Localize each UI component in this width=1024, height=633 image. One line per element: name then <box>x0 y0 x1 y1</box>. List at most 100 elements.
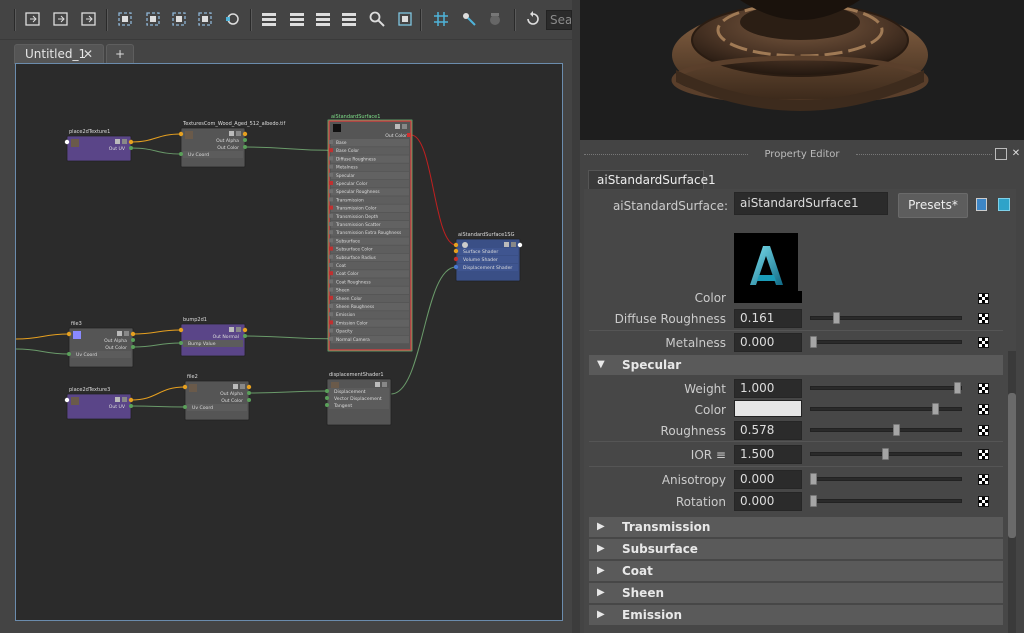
port-in[interactable] <box>329 222 333 226</box>
map-button-icon[interactable] <box>978 496 989 507</box>
wire-normal[interactable] <box>244 335 330 340</box>
port-in[interactable] <box>329 205 333 210</box>
wire-displacement[interactable] <box>248 390 328 394</box>
node-name-field[interactable]: aiStandardSurface1 <box>734 192 888 215</box>
port-out[interactable] <box>128 397 134 403</box>
frame-all-icon[interactable] <box>116 10 134 28</box>
port-in[interactable] <box>329 320 333 325</box>
section-sheen[interactable]: ▶ Sheen <box>589 583 1003 603</box>
layout-connected-icon[interactable] <box>288 10 306 28</box>
port-in[interactable] <box>329 295 333 300</box>
port-out[interactable] <box>246 384 252 390</box>
shader-icon[interactable] <box>524 10 542 28</box>
port-in[interactable] <box>179 341 183 345</box>
presets-button[interactable]: Presets* <box>898 193 968 218</box>
grid-icon[interactable] <box>432 10 450 28</box>
slider-knob[interactable] <box>882 448 889 460</box>
port-in[interactable] <box>329 312 333 317</box>
attr-value-field[interactable]: 0.000 <box>734 492 802 511</box>
port-out[interactable] <box>247 398 251 402</box>
wire-surface-shader[interactable] <box>410 134 457 246</box>
node-mode-icon[interactable] <box>375 382 380 387</box>
port-in[interactable] <box>329 328 333 333</box>
port-in[interactable] <box>453 256 459 262</box>
wire-file3[interactable] <box>132 329 182 335</box>
port-out[interactable] <box>517 242 523 248</box>
camera-icon[interactable] <box>396 10 414 28</box>
node-expand-icon[interactable] <box>124 331 129 336</box>
node-mode-icon[interactable] <box>233 384 238 389</box>
port-in[interactable] <box>329 140 333 144</box>
port-in[interactable] <box>453 264 459 270</box>
port-in[interactable] <box>325 396 329 400</box>
port-in[interactable] <box>178 131 184 137</box>
port-in[interactable] <box>329 287 333 292</box>
node-mode-icon[interactable] <box>229 131 234 136</box>
node-disp[interactable] <box>325 378 392 426</box>
close-icon[interactable]: ✕ <box>83 45 93 64</box>
section-coat[interactable]: ▶ Coat <box>589 561 1003 581</box>
port-in[interactable] <box>325 389 329 393</box>
port-in[interactable] <box>453 242 459 248</box>
layout-custom-icon[interactable] <box>340 10 358 28</box>
attr-value-field[interactable]: 0.000 <box>734 333 802 352</box>
slider-knob[interactable] <box>810 473 817 485</box>
add-tab-button[interactable]: + <box>106 44 134 64</box>
layout-simple-icon[interactable] <box>260 10 278 28</box>
graph-in-icon[interactable] <box>52 10 70 28</box>
attr-slider[interactable] <box>810 386 962 390</box>
port-out[interactable] <box>129 404 133 408</box>
pin-icon[interactable] <box>224 10 242 28</box>
drag-handle[interactable] <box>856 154 992 157</box>
show-output-icon[interactable] <box>998 198 1010 211</box>
connect-icon[interactable] <box>196 10 214 28</box>
port-out[interactable] <box>131 338 135 342</box>
section-transmission[interactable]: ▶ Transmission <box>589 517 1003 537</box>
port-in[interactable] <box>329 246 333 251</box>
section-subsurface[interactable]: ▶ Subsurface <box>589 539 1003 559</box>
map-button-icon[interactable] <box>978 425 989 436</box>
attr-value-field[interactable]: 0.161 <box>734 309 802 328</box>
map-button-icon[interactable] <box>978 404 989 415</box>
port-in[interactable] <box>66 331 72 337</box>
slider-knob[interactable] <box>833 312 840 324</box>
port-out[interactable] <box>407 133 411 137</box>
layout-full-icon[interactable] <box>314 10 332 28</box>
port-in[interactable] <box>64 139 70 145</box>
port-in[interactable] <box>329 181 333 185</box>
node-bump[interactable] <box>178 323 248 357</box>
vertical-scrollbar[interactable] <box>1008 351 1016 633</box>
node-expand-icon[interactable] <box>382 382 387 387</box>
port-out[interactable] <box>243 138 247 142</box>
port-in[interactable] <box>329 189 333 194</box>
map-button-icon[interactable] <box>978 337 989 348</box>
scrollbar-thumb[interactable] <box>1008 393 1016 538</box>
slider-knob[interactable] <box>810 495 817 507</box>
node-expand-icon[interactable] <box>236 131 241 136</box>
slider-knob[interactable] <box>954 382 961 394</box>
color-swatch[interactable] <box>734 400 802 417</box>
port-in[interactable] <box>329 172 333 177</box>
wire-file3-uv[interactable] <box>16 348 70 355</box>
node-expand-icon[interactable] <box>511 242 516 247</box>
tab-untitled-1[interactable]: Untitled_1 ✕ <box>14 44 104 64</box>
attr-slider[interactable] <box>810 428 962 432</box>
section-specular[interactable]: ▼ Specular <box>589 355 1003 375</box>
slider-knob[interactable] <box>810 336 817 348</box>
port-out[interactable] <box>128 139 134 145</box>
layout-icon[interactable] <box>170 10 188 28</box>
section-emission[interactable]: ▶ Emission <box>589 605 1003 625</box>
port-out[interactable] <box>243 145 247 149</box>
port-in[interactable] <box>329 279 333 284</box>
port-in[interactable] <box>329 213 333 218</box>
port-in[interactable] <box>325 403 329 407</box>
port-in[interactable] <box>453 248 459 254</box>
frame-selected-icon[interactable] <box>144 10 162 28</box>
port-in[interactable] <box>64 397 70 403</box>
map-button-icon[interactable] <box>978 293 989 304</box>
node-expand-icon[interactable] <box>402 124 407 129</box>
map-button-icon[interactable] <box>978 313 989 324</box>
port-in[interactable] <box>67 352 71 356</box>
graph-out-icon[interactable] <box>80 10 98 28</box>
slider-knob[interactable] <box>932 403 939 415</box>
